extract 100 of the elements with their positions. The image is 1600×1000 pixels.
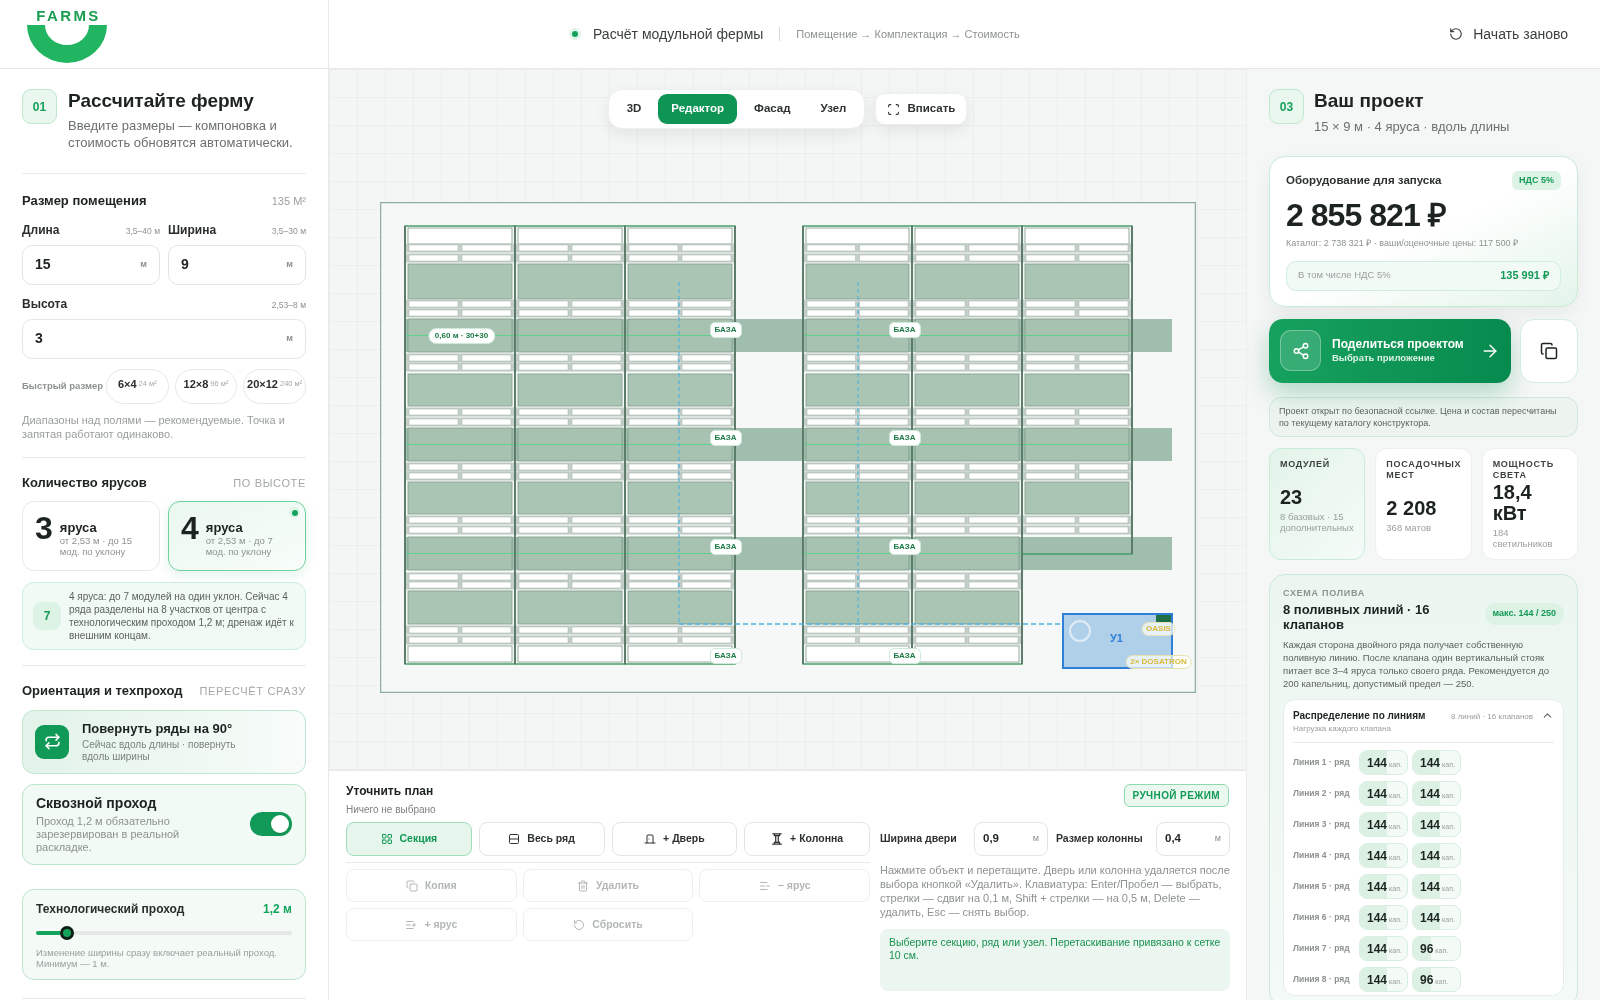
tool-button[interactable]: Весь ряд xyxy=(478,822,605,856)
view-tab[interactable]: Фасад xyxy=(741,94,804,124)
drip-count: 144 xyxy=(1420,754,1441,772)
toggle-title: Сквозной проход xyxy=(36,794,158,812)
panel-title: Рассчитайте ферму xyxy=(68,90,255,112)
stat-value: 23 xyxy=(1280,487,1304,508)
count-badge: 7 xyxy=(33,602,61,630)
vat-label: В том числе НДС 5% xyxy=(1298,268,1391,283)
card-kicker: СХЕМА ПОЛИВА xyxy=(1283,586,1366,600)
slider-note: Изменение ширины сразу включает реальный проход. Минимум — 1 м. xyxy=(36,946,278,970)
toggle-description: Проход 1,2 м обязательно зарезервирован в реальной раскладке. xyxy=(36,814,181,854)
limit-badge: макс. 144 / 250 xyxy=(1484,603,1564,625)
width-field[interactable]: 9 м xyxy=(168,244,306,285)
fit-button[interactable]: Вписать xyxy=(875,93,968,125)
toggle-switch[interactable] xyxy=(250,812,292,836)
quick-size-label: Быстрый размер xyxy=(22,378,105,393)
view-tab[interactable]: 3D xyxy=(613,94,655,124)
panel-title: Распределение по линиям xyxy=(1293,709,1427,723)
rows-icon xyxy=(508,833,521,845)
drip-count: 144 xyxy=(1367,940,1388,958)
rotate-rows-button[interactable]: Повернуть ряды на 90° Сейчас вдоль длины · повернуть вдоль ширины xyxy=(22,709,306,774)
base-label: БАЗА xyxy=(888,430,921,446)
view-tab[interactable]: Редактор xyxy=(658,94,738,124)
base-label: БАЗА xyxy=(709,539,742,555)
range-hint: 3,5–30 м xyxy=(271,224,306,238)
length-field[interactable]: 15 м xyxy=(22,244,160,285)
help-text: Нажмите объект и перетащите. Дверь или колонна удаляется после выбора кнопкой «Удалить». Клавиатура: Enter/Пробел — выбрать, стрелки — сдвиг на 0,1 м, Shift + стрелки — на 0,5 м, Delete — удалить, Esc — снять выбор. xyxy=(880,863,1230,919)
slider-reading: 1,2 м xyxy=(263,900,292,918)
section-title: Количество ярусов xyxy=(22,473,147,492)
fit-icon xyxy=(887,102,901,116)
reset-icon xyxy=(573,918,586,931)
copy-icon xyxy=(1540,341,1558,360)
height-field[interactable]: 3 м xyxy=(22,318,306,359)
column-size-field[interactable]: 0,4 м xyxy=(1156,822,1230,856)
base-label: БАЗА xyxy=(888,322,921,338)
range-hint: 3,5–40 м xyxy=(125,224,160,238)
base-label: БАЗА xyxy=(709,430,742,446)
drip-count: 144 xyxy=(1367,754,1388,772)
stat-value: 18,4 кВт xyxy=(1492,482,1533,524)
panel-title: Уточнить план xyxy=(346,783,435,800)
list-minus-icon xyxy=(758,879,771,892)
mode-badge: РУЧНОЙ РЕЖИМ xyxy=(1123,784,1229,807)
app-title: Расчёт модульной фермы xyxy=(593,24,764,44)
vat-badge: НДС 5% xyxy=(1512,170,1561,190)
drip-count: 144 xyxy=(1367,878,1388,896)
tool-button[interactable]: + Дверь xyxy=(611,822,738,856)
field-label: Высота xyxy=(22,295,68,313)
panel-title: Ваш проект xyxy=(1314,90,1425,112)
selection-status: Ничего не выбрано xyxy=(346,803,436,817)
step-badge: 01 xyxy=(22,89,57,124)
node-label: OASIS xyxy=(1141,622,1176,636)
node-label: 2× DOSATRON xyxy=(1125,655,1192,669)
drip-count: 96 xyxy=(1420,971,1434,989)
drip-count: 144 xyxy=(1420,847,1441,865)
status-dot-icon xyxy=(569,28,581,40)
drip-count: 144 xyxy=(1367,971,1388,989)
field-label: Ширина xyxy=(168,221,217,239)
line-label: Линия 6 · ряд xyxy=(1293,911,1351,924)
card-title: 8 поливных линий · 16 клапанов xyxy=(1283,602,1431,632)
drip-count: 144 xyxy=(1367,847,1388,865)
field-label: Размер колонны xyxy=(1056,831,1144,847)
stat-detail: 184 светильников xyxy=(1492,527,1554,549)
info-text: 4 яруса: до 7 модулей на один уклон. Сейчас 4 ряда разделены на 8 участков от центра с технологическим проходом 1,2 м; дренаж идёт к внешним концам. xyxy=(69,590,295,642)
vat-value: 135 991 ₽ xyxy=(1500,268,1549,284)
line-label: Линия 2 · ряд xyxy=(1293,787,1351,800)
door-width-field[interactable]: 0,9 м xyxy=(974,822,1048,856)
copy-icon xyxy=(405,879,418,892)
base-label: БАЗА xyxy=(888,648,921,664)
stat-label: ПОСАДОЧНЫХ МЕСТ xyxy=(1386,458,1461,481)
breadcrumb: Помещение → Комплектация → Стоимость xyxy=(796,26,1020,42)
grid-icon xyxy=(380,833,393,845)
room-area: 135 М² xyxy=(271,193,306,210)
restart-button[interactable]: Начать заново xyxy=(1449,23,1568,45)
stat-value: 2 208 xyxy=(1386,498,1438,519)
line-label: Линия 5 · ряд xyxy=(1293,880,1351,893)
hint-text: Диапазоны над полями — рекомендуемые. Точка и запятая работают одинаково. xyxy=(22,412,286,441)
stat-detail: 368 матов xyxy=(1386,522,1432,533)
notice-text: Проект открыт по безопасной ссылке. Цена и состав пересчитаны по текущему каталогу конструктора. xyxy=(1269,396,1578,437)
panel-subtitle: Нагрузка каждого клапана xyxy=(1293,723,1392,735)
range-hint: 2,53–8 м xyxy=(271,298,306,312)
panel-subtitle: Введите размеры — компоновка и стоимость обновятся автоматически. xyxy=(68,117,294,151)
slider-thumb[interactable] xyxy=(59,925,74,940)
list-plus-icon xyxy=(405,918,418,931)
dimension-label: 0,60 м · 30+30 xyxy=(427,328,496,344)
status-message: Выберите секцию, ряд или узел. Перетаскивание привязано к сетке 10 см. xyxy=(880,929,1230,991)
drip-count: 144 xyxy=(1367,816,1388,834)
trash-icon xyxy=(576,879,589,892)
node-label: У1 xyxy=(1110,630,1123,646)
view-tab[interactable]: Узел xyxy=(807,94,860,124)
drip-count: 144 xyxy=(1420,909,1441,927)
line-label: Линия 7 · ряд xyxy=(1293,942,1351,955)
section-title: Размер помещения xyxy=(22,192,147,210)
share-icon xyxy=(1280,330,1321,371)
share-button[interactable]: Поделиться проектом Выбрать приложение xyxy=(1269,318,1511,383)
tool-button[interactable]: + Колонна xyxy=(744,822,870,856)
swap-icon xyxy=(35,724,69,759)
drip-count: 144 xyxy=(1367,785,1388,803)
copy-button[interactable] xyxy=(1520,318,1578,383)
step-badge: 03 xyxy=(1269,89,1304,124)
restart-icon xyxy=(1449,27,1464,41)
